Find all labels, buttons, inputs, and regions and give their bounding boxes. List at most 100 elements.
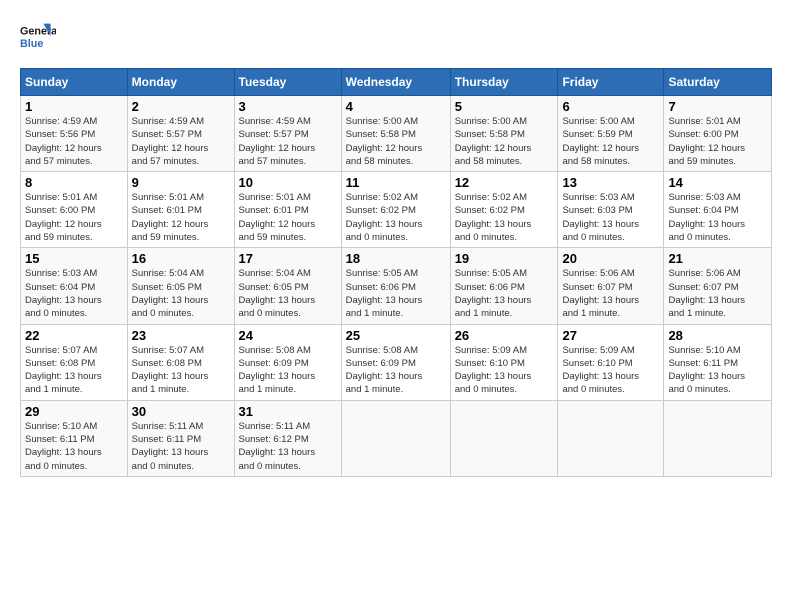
day-info: Sunrise: 5:01 AM Sunset: 6:01 PM Dayligh… <box>239 191 337 244</box>
day-info: Sunrise: 5:07 AM Sunset: 6:08 PM Dayligh… <box>25 344 123 397</box>
day-number: 8 <box>25 175 123 190</box>
day-info: Sunrise: 5:00 AM Sunset: 5:59 PM Dayligh… <box>562 115 659 168</box>
calendar-cell: 25Sunrise: 5:08 AM Sunset: 6:09 PM Dayli… <box>341 324 450 400</box>
day-number: 23 <box>132 328 230 343</box>
day-number: 27 <box>562 328 659 343</box>
day-number: 29 <box>25 404 123 419</box>
header-row: SundayMondayTuesdayWednesdayThursdayFrid… <box>21 69 772 96</box>
calendar-cell: 22Sunrise: 5:07 AM Sunset: 6:08 PM Dayli… <box>21 324 128 400</box>
calendar-page: GeneralBlue SundayMondayTuesdayWednesday… <box>0 0 792 487</box>
day-number: 9 <box>132 175 230 190</box>
day-number: 13 <box>562 175 659 190</box>
day-number: 1 <box>25 99 123 114</box>
day-number: 4 <box>346 99 446 114</box>
calendar-cell: 4Sunrise: 5:00 AM Sunset: 5:58 PM Daylig… <box>341 96 450 172</box>
col-header-friday: Friday <box>558 69 664 96</box>
calendar-cell: 23Sunrise: 5:07 AM Sunset: 6:08 PM Dayli… <box>127 324 234 400</box>
calendar-week-row: 29Sunrise: 5:10 AM Sunset: 6:11 PM Dayli… <box>21 400 772 476</box>
col-header-saturday: Saturday <box>664 69 772 96</box>
day-info: Sunrise: 5:11 AM Sunset: 6:11 PM Dayligh… <box>132 420 230 473</box>
calendar-cell: 16Sunrise: 5:04 AM Sunset: 6:05 PM Dayli… <box>127 248 234 324</box>
calendar-cell: 17Sunrise: 5:04 AM Sunset: 6:05 PM Dayli… <box>234 248 341 324</box>
calendar-cell: 1Sunrise: 4:59 AM Sunset: 5:56 PM Daylig… <box>21 96 128 172</box>
day-info: Sunrise: 5:02 AM Sunset: 6:02 PM Dayligh… <box>455 191 554 244</box>
day-info: Sunrise: 4:59 AM Sunset: 5:56 PM Dayligh… <box>25 115 123 168</box>
calendar-table: SundayMondayTuesdayWednesdayThursdayFrid… <box>20 68 772 477</box>
day-info: Sunrise: 5:09 AM Sunset: 6:10 PM Dayligh… <box>562 344 659 397</box>
col-header-sunday: Sunday <box>21 69 128 96</box>
calendar-cell: 14Sunrise: 5:03 AM Sunset: 6:04 PM Dayli… <box>664 172 772 248</box>
day-number: 17 <box>239 251 337 266</box>
calendar-cell: 8Sunrise: 5:01 AM Sunset: 6:00 PM Daylig… <box>21 172 128 248</box>
col-header-thursday: Thursday <box>450 69 558 96</box>
calendar-cell: 29Sunrise: 5:10 AM Sunset: 6:11 PM Dayli… <box>21 400 128 476</box>
calendar-week-row: 8Sunrise: 5:01 AM Sunset: 6:00 PM Daylig… <box>21 172 772 248</box>
calendar-cell: 26Sunrise: 5:09 AM Sunset: 6:10 PM Dayli… <box>450 324 558 400</box>
day-number: 3 <box>239 99 337 114</box>
day-number: 2 <box>132 99 230 114</box>
day-info: Sunrise: 5:11 AM Sunset: 6:12 PM Dayligh… <box>239 420 337 473</box>
col-header-wednesday: Wednesday <box>341 69 450 96</box>
calendar-cell: 12Sunrise: 5:02 AM Sunset: 6:02 PM Dayli… <box>450 172 558 248</box>
calendar-cell: 19Sunrise: 5:05 AM Sunset: 6:06 PM Dayli… <box>450 248 558 324</box>
day-number: 22 <box>25 328 123 343</box>
calendar-cell: 28Sunrise: 5:10 AM Sunset: 6:11 PM Dayli… <box>664 324 772 400</box>
calendar-week-row: 15Sunrise: 5:03 AM Sunset: 6:04 PM Dayli… <box>21 248 772 324</box>
calendar-cell: 15Sunrise: 5:03 AM Sunset: 6:04 PM Dayli… <box>21 248 128 324</box>
day-number: 28 <box>668 328 767 343</box>
day-info: Sunrise: 5:08 AM Sunset: 6:09 PM Dayligh… <box>239 344 337 397</box>
calendar-cell: 2Sunrise: 4:59 AM Sunset: 5:57 PM Daylig… <box>127 96 234 172</box>
day-info: Sunrise: 5:02 AM Sunset: 6:02 PM Dayligh… <box>346 191 446 244</box>
calendar-cell: 5Sunrise: 5:00 AM Sunset: 5:58 PM Daylig… <box>450 96 558 172</box>
day-info: Sunrise: 5:06 AM Sunset: 6:07 PM Dayligh… <box>668 267 767 320</box>
svg-text:Blue: Blue <box>20 38 43 50</box>
day-info: Sunrise: 5:04 AM Sunset: 6:05 PM Dayligh… <box>132 267 230 320</box>
logo-icon: GeneralBlue <box>20 20 56 56</box>
day-info: Sunrise: 4:59 AM Sunset: 5:57 PM Dayligh… <box>132 115 230 168</box>
day-info: Sunrise: 5:00 AM Sunset: 5:58 PM Dayligh… <box>346 115 446 168</box>
day-info: Sunrise: 5:09 AM Sunset: 6:10 PM Dayligh… <box>455 344 554 397</box>
day-number: 24 <box>239 328 337 343</box>
day-info: Sunrise: 5:10 AM Sunset: 6:11 PM Dayligh… <box>25 420 123 473</box>
calendar-cell <box>450 400 558 476</box>
day-number: 30 <box>132 404 230 419</box>
calendar-cell <box>558 400 664 476</box>
day-number: 26 <box>455 328 554 343</box>
day-number: 16 <box>132 251 230 266</box>
day-number: 7 <box>668 99 767 114</box>
day-number: 11 <box>346 175 446 190</box>
calendar-cell: 7Sunrise: 5:01 AM Sunset: 6:00 PM Daylig… <box>664 96 772 172</box>
day-number: 21 <box>668 251 767 266</box>
day-info: Sunrise: 5:01 AM Sunset: 6:00 PM Dayligh… <box>668 115 767 168</box>
day-number: 10 <box>239 175 337 190</box>
day-info: Sunrise: 5:01 AM Sunset: 6:01 PM Dayligh… <box>132 191 230 244</box>
day-number: 18 <box>346 251 446 266</box>
day-number: 14 <box>668 175 767 190</box>
calendar-cell: 6Sunrise: 5:00 AM Sunset: 5:59 PM Daylig… <box>558 96 664 172</box>
calendar-cell <box>341 400 450 476</box>
day-info: Sunrise: 5:03 AM Sunset: 6:04 PM Dayligh… <box>668 191 767 244</box>
day-number: 15 <box>25 251 123 266</box>
calendar-cell <box>664 400 772 476</box>
calendar-cell: 30Sunrise: 5:11 AM Sunset: 6:11 PM Dayli… <box>127 400 234 476</box>
day-info: Sunrise: 5:05 AM Sunset: 6:06 PM Dayligh… <box>346 267 446 320</box>
calendar-cell: 9Sunrise: 5:01 AM Sunset: 6:01 PM Daylig… <box>127 172 234 248</box>
col-header-tuesday: Tuesday <box>234 69 341 96</box>
day-info: Sunrise: 5:03 AM Sunset: 6:04 PM Dayligh… <box>25 267 123 320</box>
calendar-cell: 31Sunrise: 5:11 AM Sunset: 6:12 PM Dayli… <box>234 400 341 476</box>
calendar-cell: 10Sunrise: 5:01 AM Sunset: 6:01 PM Dayli… <box>234 172 341 248</box>
day-info: Sunrise: 5:06 AM Sunset: 6:07 PM Dayligh… <box>562 267 659 320</box>
calendar-week-row: 1Sunrise: 4:59 AM Sunset: 5:56 PM Daylig… <box>21 96 772 172</box>
day-info: Sunrise: 5:05 AM Sunset: 6:06 PM Dayligh… <box>455 267 554 320</box>
calendar-cell: 27Sunrise: 5:09 AM Sunset: 6:10 PM Dayli… <box>558 324 664 400</box>
day-info: Sunrise: 5:01 AM Sunset: 6:00 PM Dayligh… <box>25 191 123 244</box>
day-info: Sunrise: 4:59 AM Sunset: 5:57 PM Dayligh… <box>239 115 337 168</box>
calendar-cell: 21Sunrise: 5:06 AM Sunset: 6:07 PM Dayli… <box>664 248 772 324</box>
calendar-cell: 20Sunrise: 5:06 AM Sunset: 6:07 PM Dayli… <box>558 248 664 324</box>
day-number: 25 <box>346 328 446 343</box>
header: GeneralBlue <box>20 20 772 56</box>
calendar-cell: 18Sunrise: 5:05 AM Sunset: 6:06 PM Dayli… <box>341 248 450 324</box>
calendar-cell: 24Sunrise: 5:08 AM Sunset: 6:09 PM Dayli… <box>234 324 341 400</box>
col-header-monday: Monday <box>127 69 234 96</box>
day-number: 19 <box>455 251 554 266</box>
